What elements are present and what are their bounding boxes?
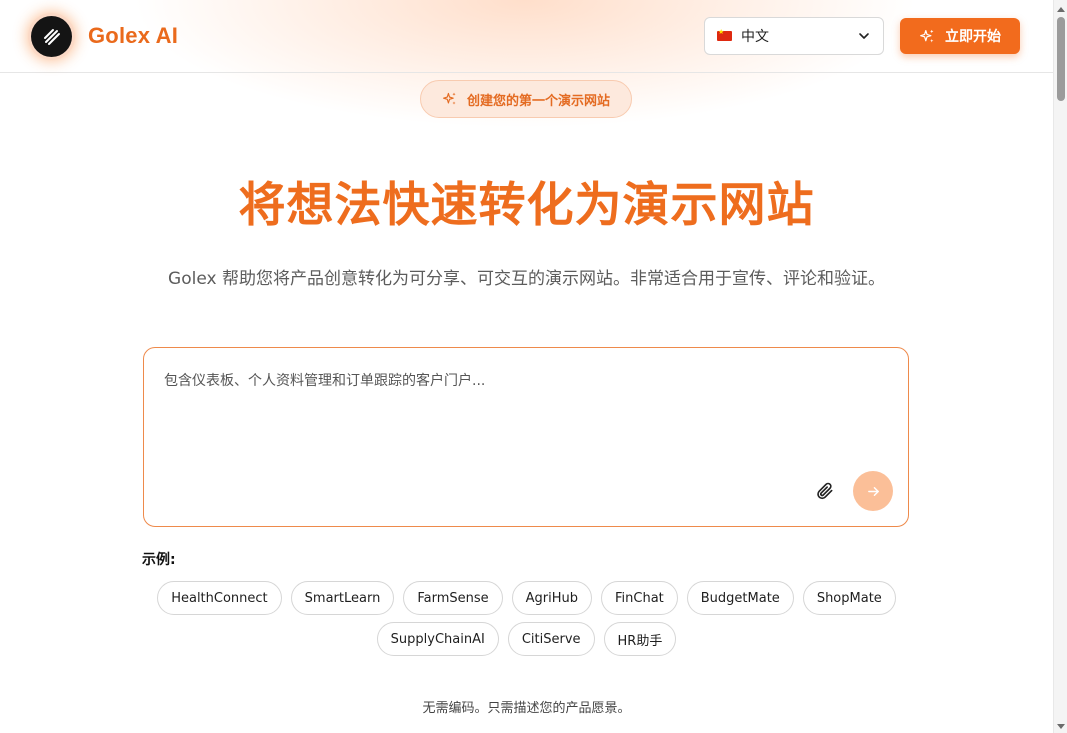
- footer-note: 无需编码。只需描述您的产品愿景。: [422, 701, 631, 716]
- hero-subtitle: Golex 帮助您将产品创意转化为可分享、可交互的演示网站。非常适合用于宣传、评…: [168, 269, 885, 289]
- start-now-label: 立即开始: [945, 29, 1001, 45]
- example-chip[interactable]: CitiServe: [507, 622, 595, 656]
- top-header: Golex AI 中文 立即开始: [0, 0, 1053, 73]
- example-chip[interactable]: FinChat: [601, 581, 678, 615]
- language-select[interactable]: 中文: [704, 17, 884, 55]
- example-chip[interactable]: HR助手: [603, 622, 677, 656]
- example-chip[interactable]: SmartLearn: [290, 581, 395, 615]
- example-chip[interactable]: FarmSense: [403, 581, 503, 615]
- examples-row: HealthConnect SmartLearn FarmSense AgriH…: [0, 581, 1053, 615]
- example-chip[interactable]: ShopMate: [802, 581, 896, 615]
- scroll-thumb[interactable]: [1057, 17, 1065, 101]
- example-chip[interactable]: BudgetMate: [686, 581, 794, 615]
- arrow-right-icon: [867, 486, 879, 496]
- paperclip-icon[interactable]: [815, 481, 835, 501]
- logo-slashes-icon: [43, 28, 60, 45]
- prompt-box: [143, 347, 909, 527]
- language-label: 中文: [741, 29, 769, 45]
- sparkles-icon: [443, 92, 456, 105]
- vertical-scrollbar[interactable]: [1053, 0, 1067, 733]
- examples-label: 示例:: [142, 552, 176, 568]
- start-now-button[interactable]: 立即开始: [900, 18, 1020, 54]
- brand-name[interactable]: Golex AI: [88, 21, 178, 51]
- badge-label: 创建您的第一个演示网站: [466, 93, 610, 109]
- examples-row: SupplyChainAI CitiServe HR助手: [0, 622, 1053, 656]
- hero-title: 将想法快速转化为演示网站: [238, 178, 815, 233]
- first-site-badge: 创建您的第一个演示网站: [420, 80, 632, 118]
- example-chip[interactable]: HealthConnect: [157, 581, 282, 615]
- cn-flag-icon: [717, 28, 732, 41]
- sparkles-icon: [920, 29, 934, 42]
- send-button[interactable]: [853, 471, 893, 511]
- scroll-up-arrow-icon[interactable]: [1057, 7, 1065, 12]
- page: Golex AI 中文 立即开始 创建您的第一个演示网站: [0, 0, 1067, 733]
- logo-icon[interactable]: [31, 16, 72, 57]
- example-chip[interactable]: AgriHub: [511, 581, 592, 615]
- example-chip[interactable]: SupplyChainAI: [376, 622, 499, 656]
- scroll-down-arrow-icon[interactable]: [1057, 724, 1065, 729]
- chevron-down-icon: [859, 33, 869, 39]
- prompt-input[interactable]: [164, 370, 884, 490]
